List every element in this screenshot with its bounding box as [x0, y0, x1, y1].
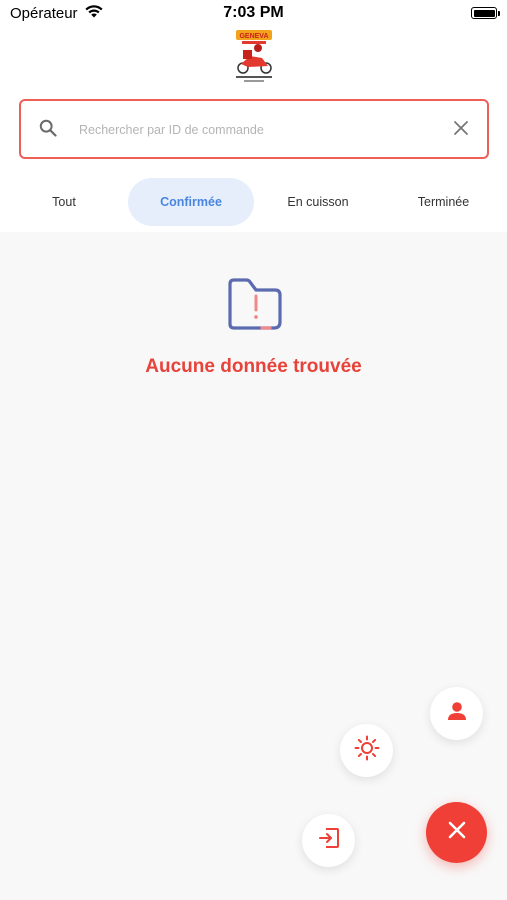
- empty-message: Aucune donnée trouvée: [145, 356, 362, 377]
- tab-cooking[interactable]: En cuisson: [256, 178, 380, 226]
- clock: 7:03 PM: [223, 4, 284, 21]
- theme-button[interactable]: [340, 724, 393, 777]
- profile-button[interactable]: [430, 687, 483, 740]
- tab-all-label: Tout: [52, 195, 76, 209]
- search-box[interactable]: [19, 99, 489, 159]
- app-header: GENEVA: [0, 28, 507, 93]
- status-tabs: Tout Confirmée En cuisson Terminée: [0, 171, 507, 232]
- tab-finished-label: Terminée: [417, 195, 470, 209]
- close-icon: [447, 820, 467, 845]
- tab-confirmed-label: Confirmée: [160, 195, 222, 209]
- tab-finished[interactable]: Terminée: [382, 178, 505, 226]
- tab-confirmed[interactable]: Confirmée: [128, 178, 254, 226]
- search-section: [0, 93, 507, 171]
- clear-search-icon[interactable]: [453, 120, 469, 141]
- user-icon: [446, 700, 468, 727]
- app-logo: GENEVA: [224, 28, 284, 86]
- tab-all[interactable]: Tout: [2, 178, 126, 226]
- logout-button[interactable]: [302, 814, 355, 867]
- close-menu-button[interactable]: [426, 802, 487, 863]
- svg-text:GENEVA: GENEVA: [239, 33, 268, 40]
- folder-alert-icon: [226, 270, 286, 337]
- logout-icon: [317, 826, 341, 855]
- status-bar: Opérateur 7:03 PM: [0, 0, 507, 28]
- tab-cooking-label: En cuisson: [287, 195, 349, 209]
- battery-icon: [471, 7, 500, 19]
- search-input[interactable]: [77, 115, 441, 145]
- search-icon: [39, 119, 57, 142]
- sun-icon: [354, 735, 380, 766]
